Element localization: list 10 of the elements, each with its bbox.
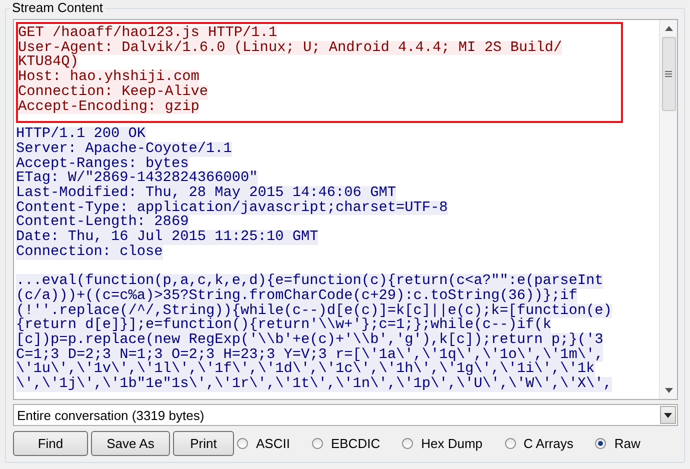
format-radio[interactable]: Raw bbox=[595, 436, 640, 451]
conversation-select[interactable]: Entire conversation (3319 bytes) bbox=[13, 404, 678, 426]
format-radio[interactable]: C Arrays bbox=[504, 436, 574, 451]
action-button[interactable]: Find bbox=[13, 431, 88, 456]
panel-title: Stream Content bbox=[10, 0, 106, 15]
action-button[interactable]: Save As bbox=[91, 431, 170, 456]
action-button[interactable]: Print bbox=[173, 431, 234, 456]
format-radio[interactable]: Hex Dump bbox=[402, 436, 483, 451]
format-radio[interactable]: EBCDIC bbox=[312, 436, 380, 451]
format-radio[interactable]: ASCII bbox=[237, 436, 290, 451]
